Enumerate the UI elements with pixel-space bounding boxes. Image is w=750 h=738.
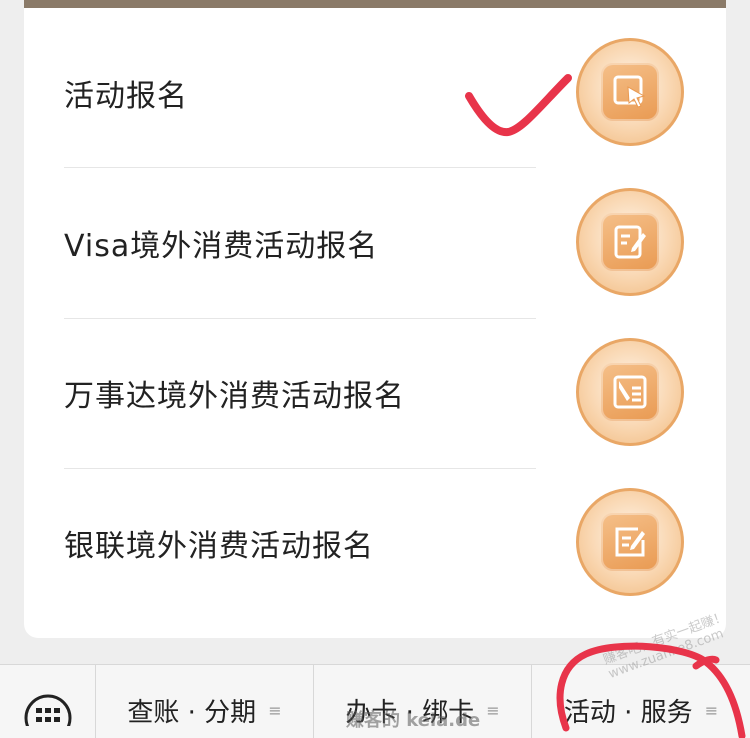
menu-item-unionpay-signup[interactable]: 银联境外消费活动报名	[64, 468, 536, 618]
menu-item-visa-signup[interactable]: Visa境外消费活动报名	[64, 168, 536, 318]
menu-lines-icon: ≡	[486, 700, 500, 720]
keyboard-toggle-button[interactable]	[0, 665, 96, 738]
menu-item-label: 银联境外消费活动报名	[64, 529, 374, 564]
watermark: 赚客的 kela.de	[346, 710, 481, 731]
red-checkmark-annotation	[465, 74, 572, 136]
activity-menu-card: 活动报名 Visa境外消费活动报名 万事达境外消费活动报名 银联境外消费活动报名	[24, 8, 726, 638]
keyboard-icon	[24, 694, 71, 726]
menu-item-mastercard-signup[interactable]: 万事达境外消费活动报名	[64, 318, 536, 468]
menu-item-label: 万事达境外消费活动报名	[64, 379, 405, 414]
cursor-click-icon[interactable]	[576, 38, 684, 146]
pen-list-icon[interactable]	[576, 338, 684, 446]
menu-item-label: 活动报名	[64, 79, 188, 114]
tab-billing-installments[interactable]: 查账 · 分期 ≡	[96, 665, 314, 738]
menu-lines-icon: ≡	[268, 700, 282, 720]
menu-item-label: Visa境外消费活动报名	[64, 229, 379, 264]
edit-square-icon[interactable]	[576, 488, 684, 596]
edit-document-icon[interactable]	[576, 188, 684, 296]
header-image-strip	[24, 0, 726, 8]
tab-label: 查账 · 分期	[127, 697, 257, 728]
red-circle-annotation	[556, 642, 746, 738]
